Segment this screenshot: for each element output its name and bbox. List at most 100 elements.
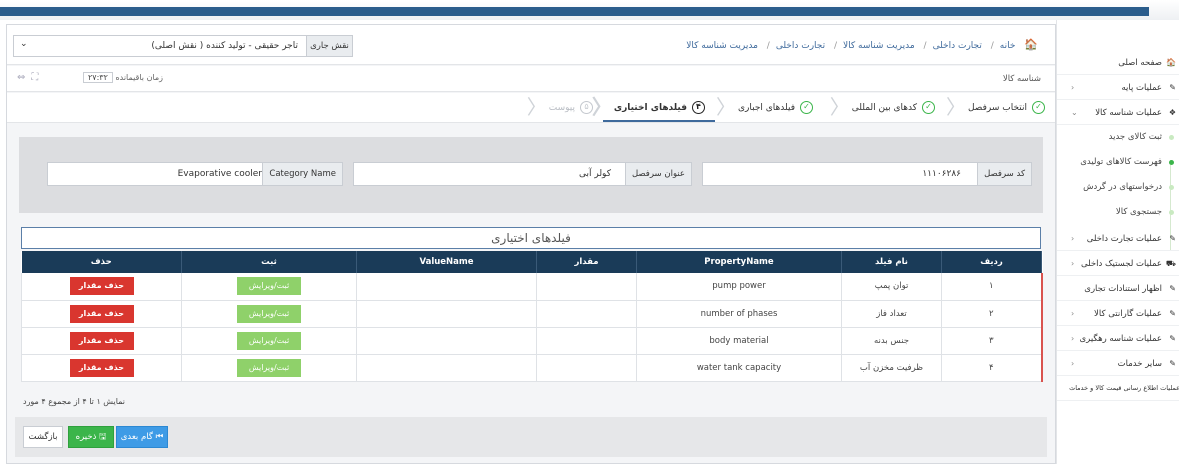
value-name-cell bbox=[356, 354, 537, 382]
sidebar-item-trade-documents[interactable]: ✎اظهار استنادات تجاری bbox=[1057, 276, 1179, 301]
breadcrumb-item[interactable]: خانه bbox=[1000, 41, 1016, 51]
section-title: فیلدهای اختیاری bbox=[21, 227, 1041, 249]
floppy-icon: 🖫 bbox=[99, 432, 107, 442]
step-attachment: ۵پیوست 〈 bbox=[527, 96, 593, 120]
home-icon: 🏠 bbox=[1166, 58, 1176, 67]
edit-icon: ✎ bbox=[1169, 284, 1176, 293]
active-step-underline bbox=[603, 120, 715, 122]
top-strip bbox=[0, 0, 1179, 20]
edit-icon: ✎ bbox=[1169, 334, 1176, 343]
save-button[interactable]: ذخیره 🖫 bbox=[68, 426, 114, 448]
sidebar-item-other-services[interactable]: ✎سایر خدمات ‹ bbox=[1057, 351, 1179, 376]
role-label: نقش جاری bbox=[306, 36, 352, 56]
edit-value-button[interactable]: ثبت/ویرایش bbox=[237, 331, 301, 350]
delete-value-button[interactable]: حذف مقدار bbox=[69, 331, 134, 350]
check-circle-icon: ✓ bbox=[1032, 101, 1045, 114]
row-index-cell: ۲ bbox=[941, 300, 1043, 328]
collapse-icon[interactable]: ⇔ bbox=[17, 72, 31, 83]
sidebar-sub-product-search[interactable]: جستجوی کالا bbox=[1057, 200, 1179, 225]
field-value: کولر آبی bbox=[578, 169, 611, 179]
sidebar-item-basic-ops[interactable]: ✎عملیات پایه ‹ bbox=[1057, 75, 1179, 100]
sidebar-item-warranty[interactable]: ✎عملیات گارانتی کالا ‹ bbox=[1057, 301, 1179, 326]
heading-title-field: عنوان سرفصل کولر آبی bbox=[353, 162, 692, 186]
next-step-button[interactable]: گام بعدی ⏮ bbox=[116, 426, 168, 448]
chevron-left-icon: ‹ bbox=[1071, 234, 1075, 243]
sidebar-item-home[interactable]: 🏠صفحه اصلی bbox=[1057, 50, 1179, 75]
col-header: ردیف bbox=[941, 251, 1042, 273]
chevron-left-icon: ‹ bbox=[1071, 359, 1075, 368]
delete-value-button[interactable]: حذف مقدار bbox=[69, 304, 134, 323]
delete-value-button[interactable]: حذف مقدار bbox=[69, 358, 134, 377]
check-circle-icon: ✓ bbox=[922, 101, 935, 114]
edit-value-button[interactable]: ثبت/ویرایش bbox=[237, 277, 301, 296]
breadcrumb-item[interactable]: مدیریت شناسه کالا bbox=[843, 41, 915, 51]
sidebar-item-tracking-id[interactable]: ✎عملیات شناسه رهگیری ‹ bbox=[1057, 326, 1179, 351]
optional-fields-table: حذف ثبت ValueName مقدار PropertyName نام… bbox=[21, 251, 1043, 382]
field-value: Evaporative cooler bbox=[177, 169, 262, 179]
table-row: حذف مقدار ثبت/ویرایش number of phases تع… bbox=[21, 300, 1043, 328]
sub-header: شناسه کالا زمان باقیمانده ۲۷:۳۲ ⇔⛶ bbox=[7, 66, 1055, 92]
heading-info-panel: کد سرفصل ۱۱۱۰۶۲۸۶ عنوان سرفصل کولر آبی C… bbox=[19, 137, 1043, 213]
fullscreen-icon[interactable]: ⛶ bbox=[31, 72, 44, 83]
sidebar-item-price-info[interactable]: عملیات اطلاع رسانی قیمت کالا و خدمات ‹ bbox=[1057, 376, 1179, 401]
timer-value: ۲۷:۳۲ bbox=[83, 72, 113, 83]
session-timer: زمان باقیمانده ۲۷:۳۲ bbox=[79, 72, 163, 83]
field-label: عنوان سرفصل bbox=[624, 163, 691, 185]
wizard-steps: ✓انتخاب سرفصل 〈 ✓کدهای بین المللی 〈 ✓فیل… bbox=[7, 93, 1055, 123]
breadcrumb-item[interactable]: تجارت داخلی bbox=[933, 41, 982, 51]
step-optional-fields[interactable]: ۴فیلدهای اختیاری 〈 bbox=[592, 96, 705, 120]
back-button[interactable]: بازگشت bbox=[23, 426, 63, 448]
sidebar-item-product-id-ops[interactable]: ❖عملیات شناسه کالا ⌄ bbox=[1057, 100, 1179, 125]
sidebar-sub-pending-requests[interactable]: درخواستهای در گردش bbox=[1057, 175, 1179, 200]
table-row: حذف مقدار ثبت/ویرایش body material جنس ب… bbox=[21, 327, 1043, 355]
step-international-codes[interactable]: ✓کدهای بین المللی 〈 bbox=[830, 96, 935, 120]
property-name-cell: number of phases bbox=[636, 300, 842, 328]
field-name-cell: جنس بدنه bbox=[841, 327, 942, 355]
edit-icon: ✎ bbox=[1169, 309, 1176, 318]
step-mandatory-fields[interactable]: ✓فیلدهای اجباری 〈 bbox=[716, 96, 813, 120]
col-header: مقدار bbox=[536, 251, 637, 273]
sidebar-sub-product-list[interactable]: فهرست کالاهای تولیدی bbox=[1057, 150, 1179, 175]
bullet-icon bbox=[1169, 160, 1174, 165]
value-name-cell bbox=[356, 300, 537, 328]
value-name-cell bbox=[356, 273, 537, 301]
value-cell bbox=[536, 300, 637, 328]
breadcrumb-item[interactable]: مدیریت شناسه کالا bbox=[686, 41, 758, 51]
value-cell bbox=[536, 327, 637, 355]
chevron-left-icon: ‹ bbox=[1071, 259, 1075, 268]
edit-value-button[interactable]: ثبت/ویرایش bbox=[237, 304, 301, 323]
role-value: تاجر حقیقی - تولید کننده ( نقش اصلی) bbox=[151, 41, 298, 51]
property-name-cell: pump power bbox=[636, 273, 842, 301]
property-name-cell: water tank capacity bbox=[636, 354, 842, 382]
cubes-icon: ❖ bbox=[1168, 108, 1176, 117]
row-index-cell: ۴ bbox=[941, 354, 1043, 382]
sidebar-item-logistics[interactable]: ⛟عملیات لجستیک داخلی ‹ bbox=[1057, 251, 1179, 276]
home-icon[interactable]: 🏠 bbox=[1024, 38, 1038, 51]
paging-info: نمایش ۱ تا ۴ از مجموع ۴ مورد bbox=[23, 397, 125, 406]
sidebar-sub-new-product[interactable]: ثبت کالای جدید bbox=[1057, 125, 1179, 150]
field-name-cell: توان پمپ bbox=[841, 273, 942, 301]
category-name-field: Category Name Evaporative cooler bbox=[47, 162, 343, 186]
step-number-icon: ۵ bbox=[580, 101, 593, 114]
table-row: حذف مقدار ثبت/ویرایش water tank capacity… bbox=[21, 354, 1043, 382]
page-title: شناسه کالا bbox=[1002, 74, 1041, 84]
chevron-down-icon: ⌄ bbox=[1071, 108, 1078, 117]
edit-value-button[interactable]: ثبت/ویرایش bbox=[237, 358, 301, 377]
window-controls: ⇔⛶ bbox=[17, 72, 44, 83]
property-name-cell: body material bbox=[636, 327, 842, 355]
col-header: ValueName bbox=[356, 251, 537, 273]
next-label: گام بعدی bbox=[120, 432, 153, 442]
role-select[interactable]: نقش جاری تاجر حقیقی - تولید کننده ( نقش … bbox=[13, 35, 353, 57]
value-cell bbox=[536, 354, 637, 382]
bullet-icon bbox=[1169, 135, 1174, 140]
col-header: PropertyName bbox=[636, 251, 842, 273]
delete-value-button[interactable]: حذف مقدار bbox=[69, 277, 134, 296]
field-label: کد سرفصل bbox=[977, 163, 1031, 185]
chevron-down-icon[interactable]: ⌄ bbox=[20, 39, 28, 49]
breadcrumb-item[interactable]: تجارت داخلی bbox=[776, 41, 825, 51]
step-number-icon: ۴ bbox=[692, 101, 705, 114]
chevron-left-icon: ‹ bbox=[1071, 309, 1075, 318]
step-select-heading[interactable]: ✓انتخاب سرفصل 〈 bbox=[946, 96, 1045, 120]
col-header: حذف bbox=[21, 251, 182, 273]
sidebar-item-domestic-trade[interactable]: ✎عملیات تجارت داخلی ‹ bbox=[1057, 226, 1179, 251]
